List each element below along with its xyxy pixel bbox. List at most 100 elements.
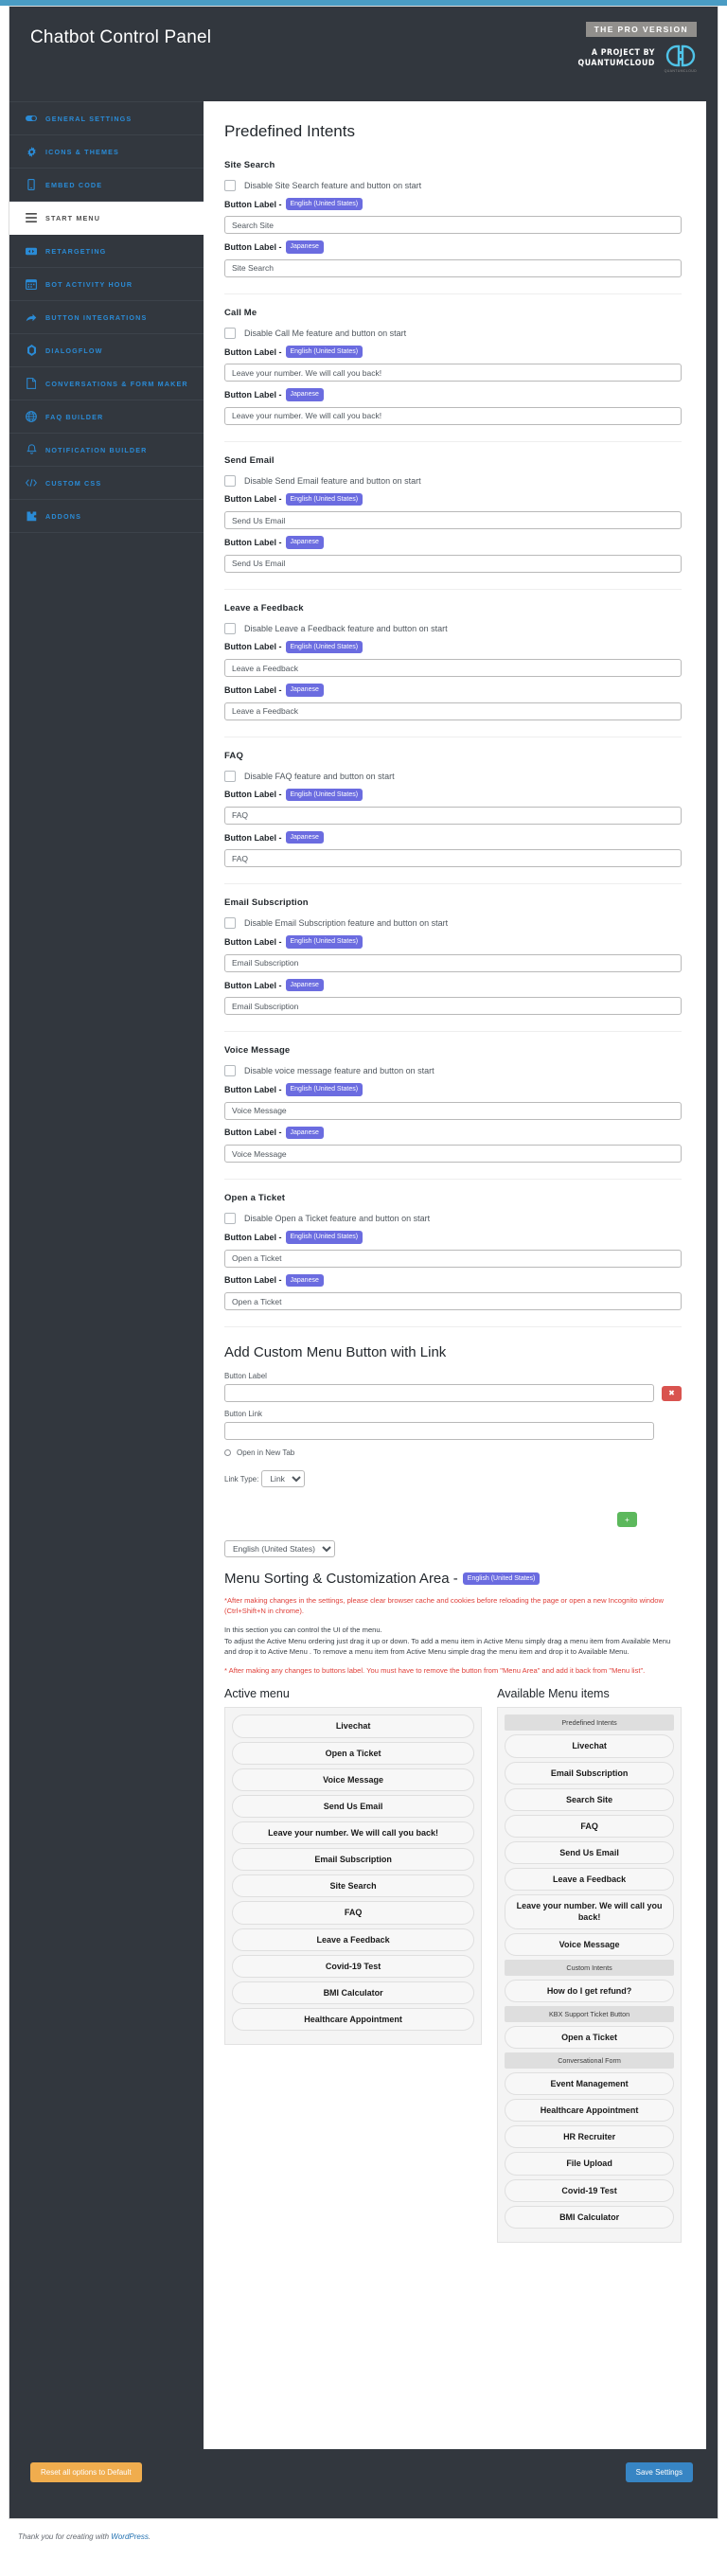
active-menu-item[interactable]: Site Search [232,1874,475,1898]
sidebar-item-retargeting[interactable]: Retargeting [9,235,204,268]
sidebar-item-general-settings[interactable]: General Settings [9,101,204,135]
available-menu-item[interactable]: Leave a Feedback [505,1868,674,1892]
active-menu-item[interactable]: Send Us Email [232,1794,475,1819]
available-menu-item[interactable]: Leave your number. We will call you back… [505,1894,674,1929]
available-menu-item[interactable]: File Upload [505,2152,674,2176]
disable-checkbox[interactable] [224,327,236,339]
button-label-jp-input[interactable] [224,702,682,720]
button-label-prefix: Button Label - [224,1084,282,1094]
save-settings-button[interactable]: Save Settings [625,2462,693,2482]
add-custom-button[interactable]: + [617,1512,637,1527]
pro-version-badge: THE PRO VERSION [585,22,697,38]
disable-checkbox[interactable] [224,1065,236,1077]
active-menu-item[interactable]: BMI Calculator [232,1981,475,2005]
custom-button-label-input[interactable] [224,1384,654,1402]
intent-disable-row[interactable]: Disable Leave a Feedback feature and but… [224,622,682,634]
language-select-row: English (United States) [224,1540,682,1557]
available-menu-item[interactable]: How do I get refund? [505,1979,674,2002]
sidebar-item-start-menu[interactable]: Start Menu [9,202,205,235]
remove-custom-button[interactable]: ✖ [662,1385,682,1401]
sidebar-item-label: FAQ Builder [45,412,104,421]
sidebar-item-addons[interactable]: Addons [9,500,204,533]
active-menu-dropzone[interactable]: Livechat Open a Ticket Voice Message Send U… [224,1707,483,2046]
language-select[interactable]: English (United States) [224,1540,335,1557]
sorting-columns: Active menu Livechat Open a Ticket Voice M… [224,1687,682,2243]
intent-disable-row[interactable]: Disable Email Subscription feature and b… [224,917,682,930]
disable-checkbox[interactable] [224,1213,236,1225]
sidebar-item-faq-builder[interactable]: FAQ Builder [9,400,204,434]
button-label-jp-input[interactable] [224,258,682,277]
intent-disable-row[interactable]: Disable voice message feature and button… [224,1065,682,1077]
button-label-jp-input[interactable] [224,406,682,425]
sidebar-item-button-integrations[interactable]: Button Integrations [9,301,204,334]
disable-checkbox[interactable] [224,474,236,487]
available-menu-item[interactable]: Send Us Email [505,1841,674,1865]
available-menu-item[interactable]: Voice Message [505,1932,674,1956]
intent-disable-row[interactable]: Disable Site Search feature and button o… [224,180,682,191]
intent-disable-row[interactable]: Disable FAQ feature and button on start [224,770,682,782]
link-type-select[interactable]: Link [261,1470,306,1487]
sidebar-item-custom-css[interactable]: Custom CSS [9,467,204,500]
intent-disable-row[interactable]: Disable Call Me feature and button on st… [224,327,682,339]
intent-disable-row[interactable]: Disable Send Email feature and button on… [224,474,682,487]
intent-name: FAQ [224,750,243,761]
sidebar-item-icons-themes[interactable]: Icons & Themes [9,135,204,169]
disable-checkbox[interactable] [224,917,236,930]
disable-checkbox[interactable] [224,622,236,634]
button-label-jp-input[interactable] [224,1292,682,1310]
sidebar-item-conversations-form-maker[interactable]: Conversations & Form Maker [9,367,204,400]
reset-button[interactable]: Reset all options to Default [30,2462,142,2482]
button-label-en-input[interactable] [224,1101,682,1120]
language-badge-en: English (United States) [285,788,364,801]
disable-checkbox[interactable] [224,770,236,782]
button-label-en-input[interactable] [224,364,682,382]
disable-checkbox[interactable] [224,180,236,191]
available-menu-item[interactable]: Search Site [505,1787,674,1811]
open-new-tab-radio[interactable] [224,1449,231,1456]
button-label-jp-input[interactable] [224,849,682,868]
link-type-label: Link Type: [224,1474,259,1483]
button-label-en-input[interactable] [224,806,682,825]
language-badge-jp: Japanese [285,684,324,697]
button-label-en-input[interactable] [224,1249,682,1268]
active-menu-item[interactable]: Email Subscription [232,1848,475,1872]
available-menu-item[interactable]: FAQ [505,1814,674,1839]
button-label-en-input[interactable] [224,216,682,235]
active-menu-item[interactable]: Open a Ticket [232,1741,475,1765]
available-menu-item[interactable]: Livechat [505,1734,674,1758]
sidebar-item-label: Embed Code [45,180,103,189]
button-label-jp-input[interactable] [224,1145,682,1164]
available-menu-dropzone[interactable]: Predefined Intents Livechat Email Subscrip… [497,1707,682,2243]
custom-button-link-input[interactable] [224,1422,654,1440]
button-label-jp-input[interactable] [224,554,682,573]
intent-disable-row[interactable]: Disable Open a Ticket feature and button… [224,1213,682,1225]
link-type-row: Link Type: Link [224,1470,682,1487]
button-label-en-input[interactable] [224,659,682,678]
sidebar-item-embed-code[interactable]: Embed Code [9,169,204,202]
button-label-en-input[interactable] [224,511,682,530]
available-menu-item[interactable]: BMI Calculator [505,2205,674,2229]
available-menu-item[interactable]: Covid-19 Test [505,2178,674,2202]
button-label-jp-row: Button Label - Japanese [224,388,682,401]
available-menu-item[interactable]: HR Recruiter [505,2125,674,2149]
available-menu-item[interactable]: Email Subscription [505,1761,674,1785]
button-label-en-input[interactable] [224,953,682,972]
available-menu-item[interactable]: Open a Ticket [505,2025,674,2050]
active-menu-item[interactable]: Healthcare Appointment [232,2008,475,2032]
available-menu-item[interactable]: Healthcare Appointment [505,2099,674,2123]
button-label-jp-input[interactable] [224,997,682,1016]
sidebar-item-bot-activity-hour[interactable]: Bot Activity Hour [9,268,204,301]
active-menu-item[interactable]: Livechat [232,1714,475,1738]
active-menu-item[interactable]: Leave your number. We will call you back… [232,1821,475,1845]
sidebar-item-label: Conversations & Form Maker [45,379,188,388]
active-menu-item[interactable]: Voice Message [232,1768,475,1791]
active-menu-item[interactable]: Covid-19 Test [232,1954,475,1978]
sidebar-item-notification-builder[interactable]: Notification Builder [9,434,204,467]
wordpress-link[interactable]: WordPress [111,2532,149,2541]
available-menu-item[interactable]: Event Management [505,2072,674,2096]
active-menu-item[interactable]: Leave a Feedback [232,1928,475,1951]
sidebar-item-dialogflow[interactable]: Dialogflow [9,334,204,367]
disable-checkbox-label: Disable voice message feature and button… [244,1066,434,1076]
active-menu-item[interactable]: FAQ [232,1901,475,1925]
open-new-tab-row[interactable]: Open in New Tab [224,1448,682,1457]
